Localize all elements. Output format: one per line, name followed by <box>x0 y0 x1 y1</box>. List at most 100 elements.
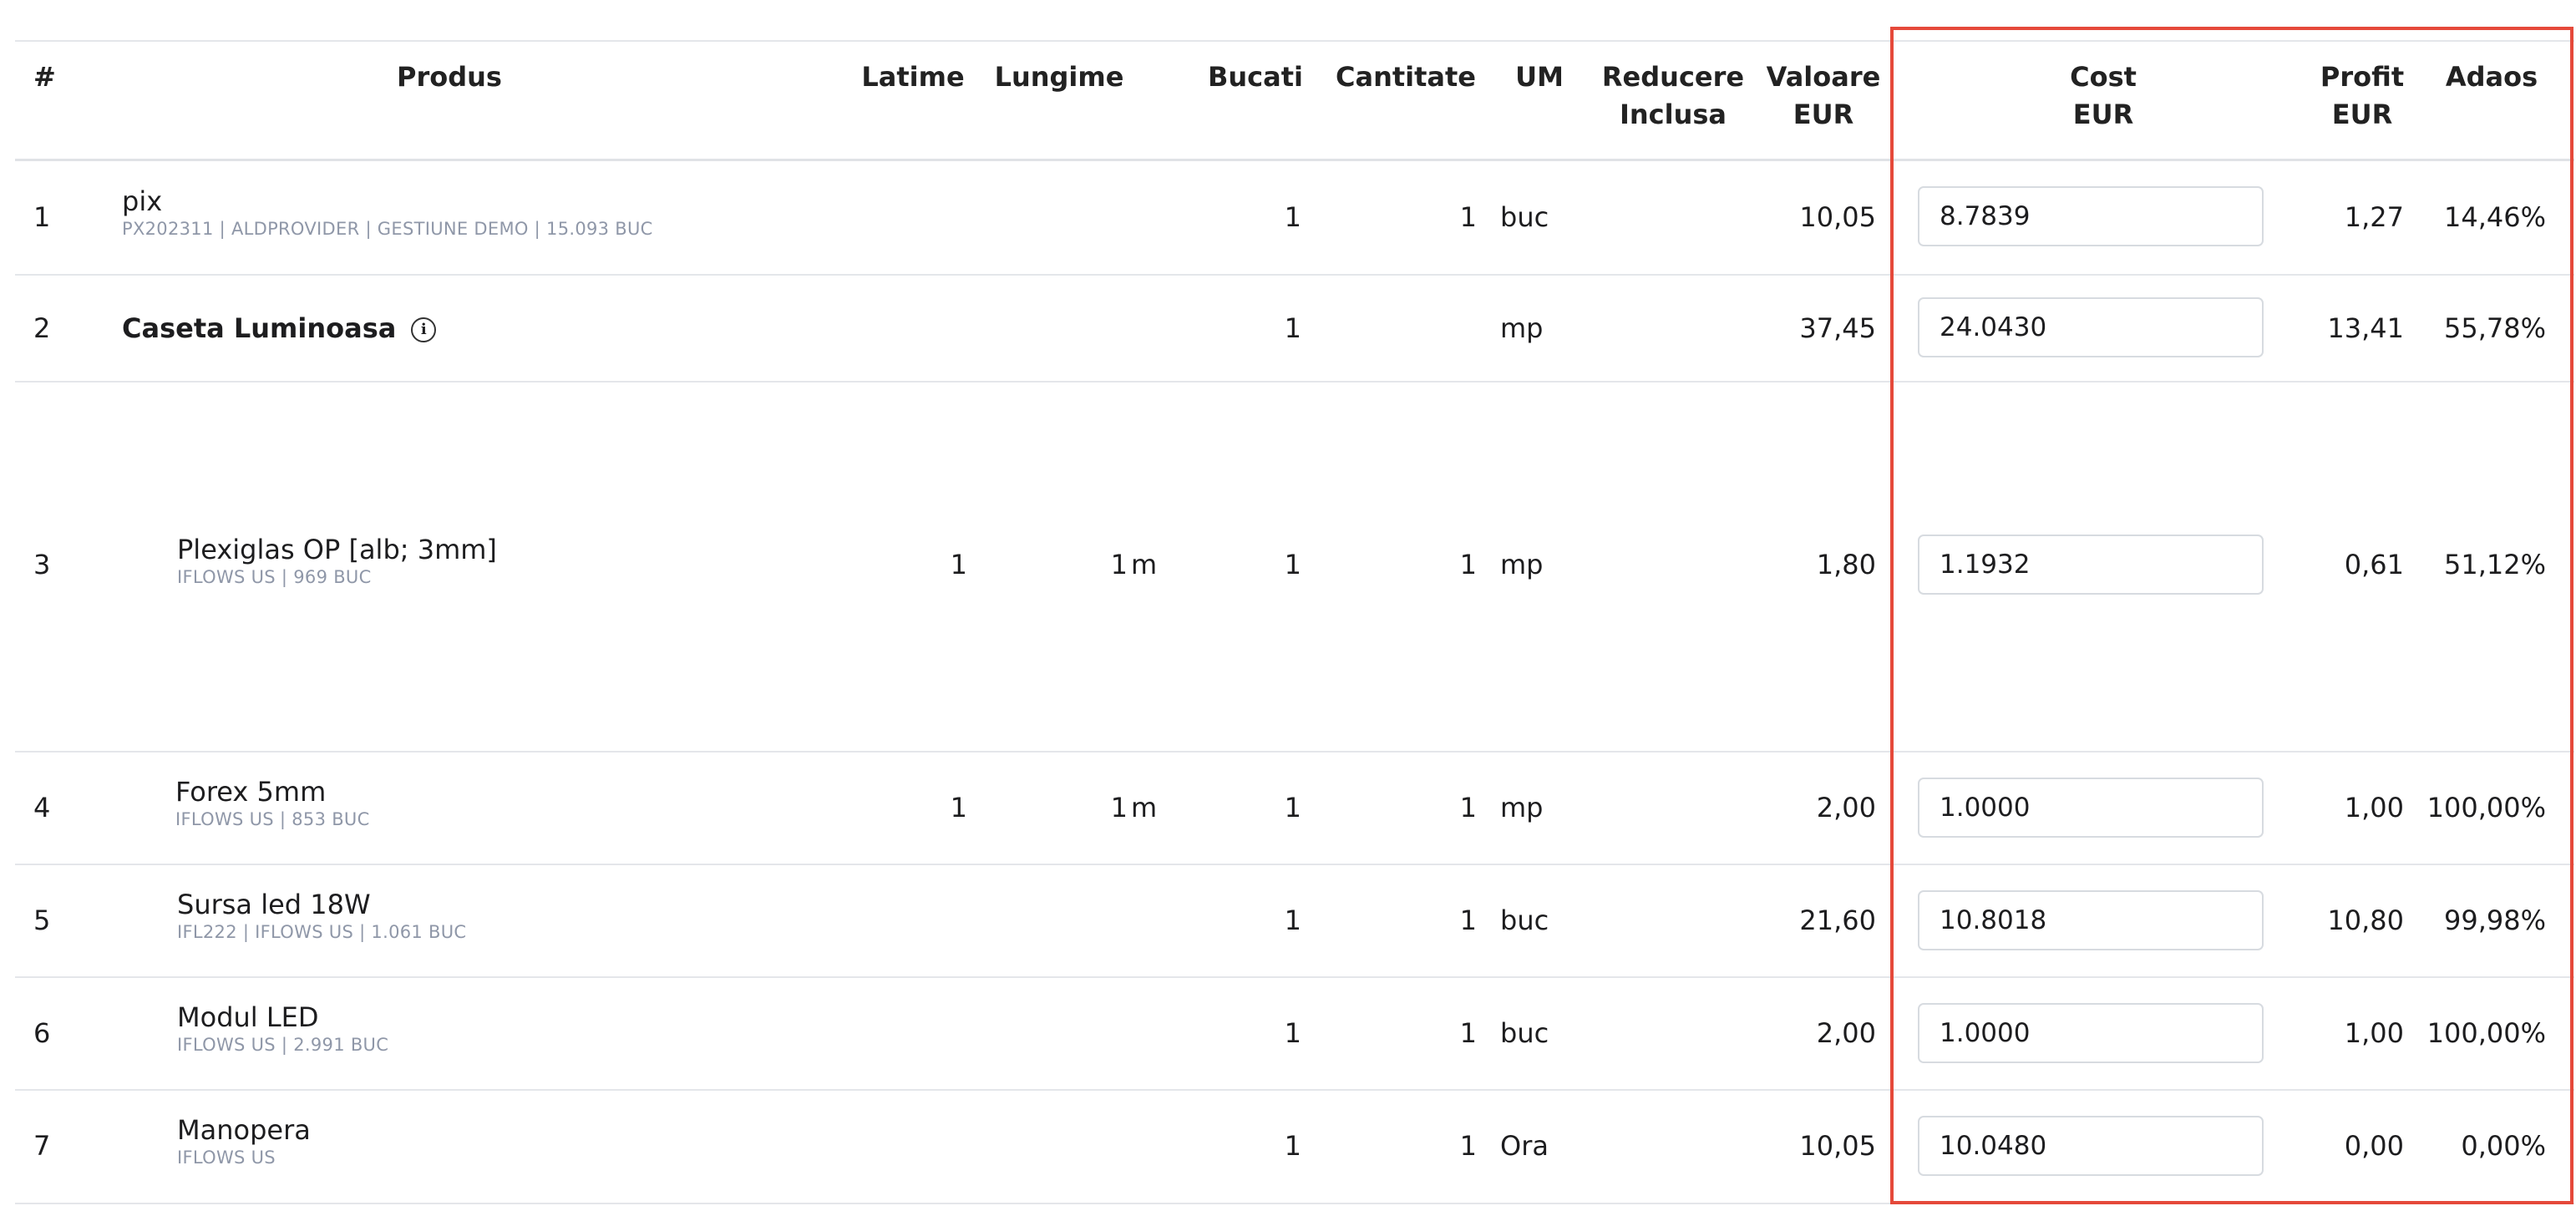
header-length: Lungime <box>994 61 1124 93</box>
product-cell: Manopera IFLOWS US <box>177 1113 311 1168</box>
table-row: 7 Manopera IFLOWS US 1 1 Ora 10,05 0,00 … <box>15 1091 2574 1204</box>
value-eur: 1,80 <box>1816 549 1876 580</box>
header-um: UM <box>1515 61 1564 93</box>
quantity-value: 1 <box>1459 792 1477 823</box>
header-width: Latime <box>861 61 965 93</box>
value-eur: 21,60 <box>1799 904 1876 936</box>
header-cost-line1: Cost <box>2070 61 2137 93</box>
product-cell: Plexiglas OP [alb; 3mm] IFLOWS US | 969 … <box>177 533 497 588</box>
product-cell: Forex 5mm IFLOWS US | 853 BUC <box>175 775 370 830</box>
cost-input[interactable] <box>1918 297 2264 357</box>
um-value: mp <box>1500 792 1544 823</box>
profit-value: 0,00 <box>2344 1130 2404 1162</box>
table-header: # Produs Latime Lungime Bucati Cantitate… <box>15 40 2574 161</box>
product-name[interactable]: Forex 5mm <box>175 775 370 808</box>
cost-input[interactable] <box>1918 535 2264 595</box>
product-name[interactable]: Caseta Luminoasa <box>122 312 396 344</box>
header-cost-line2: EUR <box>2072 99 2134 130</box>
quantity-value: 1 <box>1459 1130 1477 1162</box>
product-cell: Sursa led 18W IFL222 | IFLOWS US | 1.061… <box>177 888 466 943</box>
value-eur: 37,45 <box>1799 312 1876 344</box>
header-profit: Profit EUR <box>2295 58 2429 134</box>
product-name[interactable]: Manopera <box>177 1113 311 1147</box>
table-row: 5 Sursa led 18W IFL222 | IFLOWS US | 1.0… <box>15 865 2574 978</box>
table-row: 3 Plexiglas OP [alb; 3mm] IFLOWS US | 96… <box>15 383 2574 752</box>
cost-input[interactable] <box>1918 186 2264 246</box>
value-eur: 2,00 <box>1816 1017 1876 1049</box>
margin-value: 100,00% <box>2426 792 2546 823</box>
row-index: 1 <box>33 201 51 233</box>
product-details: IFLOWS US | 2.991 BUC <box>177 1035 389 1055</box>
profit-value: 1,27 <box>2344 201 2404 233</box>
header-cost: Cost EUR <box>2036 58 2170 134</box>
pieces-value: 1 <box>1284 792 1301 823</box>
row-index: 5 <box>33 904 51 936</box>
length-unit: m <box>1131 792 1158 823</box>
table-row: 2 Caseta Luminoasa i 1 mp 37,45 13,41 55,… <box>15 276 2574 383</box>
profit-value: 0,61 <box>2344 549 2404 580</box>
quantity-value: 1 <box>1459 201 1477 233</box>
um-value: mp <box>1500 312 1544 344</box>
um-value: buc <box>1500 904 1549 936</box>
table-row: 1 pix PX202311 | ALDPROVIDER | GESTIUNE … <box>15 161 2574 276</box>
product-details: PX202311 | ALDPROVIDER | GESTIUNE DEMO |… <box>122 219 653 239</box>
pieces-value: 1 <box>1284 1017 1301 1049</box>
um-value: buc <box>1500 201 1549 233</box>
profit-value: 13,41 <box>2327 312 2404 344</box>
row-index: 4 <box>33 792 51 823</box>
product-cell: Modul LED IFLOWS US | 2.991 BUC <box>177 1001 388 1056</box>
header-margin: Adaos <box>2445 61 2538 93</box>
product-name[interactable]: Plexiglas OP [alb; 3mm] <box>177 533 497 566</box>
header-profit-line1: Profit <box>2320 61 2405 93</box>
header-discount: Reducere Inclusa <box>1594 58 1752 134</box>
table-row: 4 Forex 5mm IFLOWS US | 853 BUC 1 1 m 1 … <box>15 752 2574 865</box>
um-value: buc <box>1500 1017 1549 1049</box>
pieces-value: 1 <box>1284 312 1301 344</box>
cost-input[interactable] <box>1918 1003 2264 1063</box>
margin-value: 100,00% <box>2426 1017 2546 1049</box>
margin-value: 99,98% <box>2443 904 2546 936</box>
header-value-line1: Valoare <box>1766 61 1881 93</box>
cost-input[interactable] <box>1918 1116 2264 1176</box>
row-index: 3 <box>33 549 51 580</box>
product-details: IFLOWS US <box>177 1148 276 1168</box>
product-details: IFL222 | IFLOWS US | 1.061 BUC <box>177 922 467 942</box>
length-unit: m <box>1131 549 1158 580</box>
pieces-value: 1 <box>1284 1130 1301 1162</box>
value-eur: 10,05 <box>1799 1130 1876 1162</box>
length-value: 1 <box>1110 549 1128 580</box>
products-table: # Produs Latime Lungime Bucati Cantitate… <box>15 40 2574 1204</box>
row-index: 2 <box>33 312 51 344</box>
header-profit-line2: EUR <box>2331 99 2393 130</box>
width-value: 1 <box>950 792 967 823</box>
product-name[interactable]: pix <box>122 185 653 218</box>
product-details: IFLOWS US | 969 BUC <box>177 567 372 587</box>
product-details: IFLOWS US | 853 BUC <box>175 809 370 829</box>
header-index: # <box>33 61 56 93</box>
product-cell: Caseta Luminoasa i <box>122 312 437 345</box>
margin-value: 14,46% <box>2443 201 2546 233</box>
profit-value: 10,80 <box>2327 904 2404 936</box>
value-eur: 2,00 <box>1816 792 1876 823</box>
pieces-value: 1 <box>1284 904 1301 936</box>
cost-input[interactable] <box>1918 890 2264 950</box>
profit-value: 1,00 <box>2344 792 2404 823</box>
product-name[interactable]: Sursa led 18W <box>177 888 466 921</box>
product-name[interactable]: Modul LED <box>177 1001 388 1034</box>
row-index: 7 <box>33 1130 51 1162</box>
table-row: 6 Modul LED IFLOWS US | 2.991 BUC 1 1 bu… <box>15 978 2574 1091</box>
header-product: Produs <box>397 61 502 93</box>
pieces-value: 1 <box>1284 201 1301 233</box>
margin-value: 55,78% <box>2443 312 2546 344</box>
header-discount-line1: Reducere <box>1601 61 1745 93</box>
row-index: 6 <box>33 1017 51 1049</box>
margin-value: 51,12% <box>2443 549 2546 580</box>
um-value: mp <box>1500 549 1544 580</box>
cost-input[interactable] <box>1918 778 2264 838</box>
header-quantity: Cantitate <box>1335 61 1476 93</box>
value-eur: 10,05 <box>1799 201 1876 233</box>
info-icon[interactable]: i <box>411 317 437 342</box>
header-value: Valoare EUR <box>1761 58 1886 134</box>
quantity-value: 1 <box>1459 549 1477 580</box>
width-value: 1 <box>950 549 967 580</box>
